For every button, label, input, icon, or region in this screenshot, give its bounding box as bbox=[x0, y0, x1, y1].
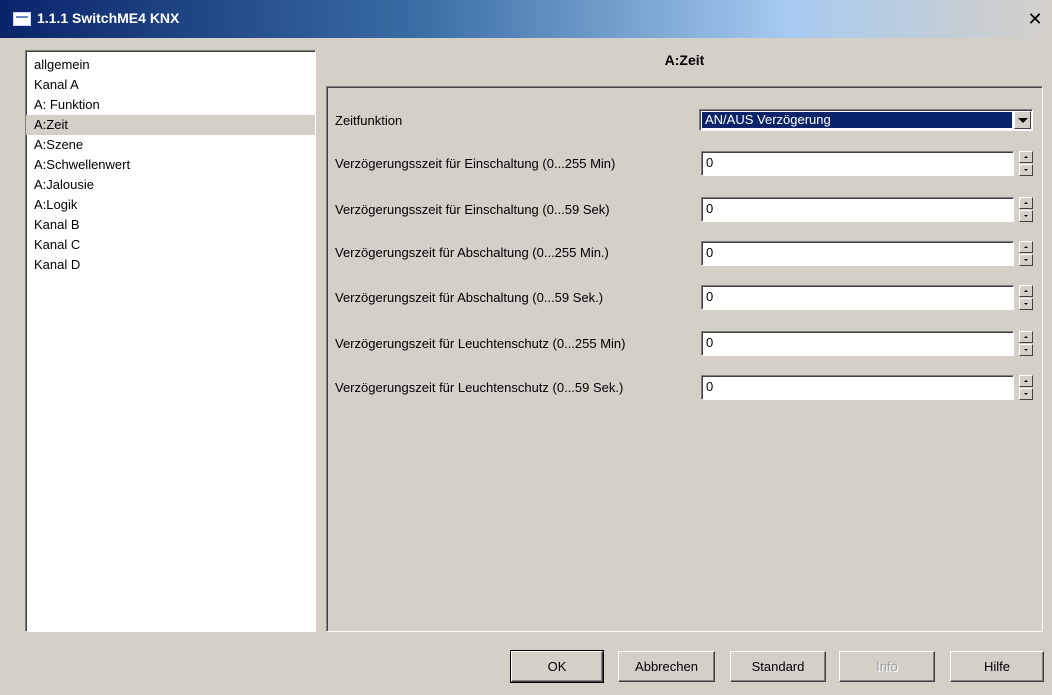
ok-button[interactable]: OK bbox=[510, 650, 604, 683]
abschaltung-min-input[interactable]: 0 bbox=[701, 241, 1014, 266]
spin-buttons bbox=[1019, 331, 1033, 356]
window-title: 1.1.1 SwitchME4 KNX bbox=[37, 10, 180, 26]
field-label: Verzögerungsszeit für Einschaltung (0...… bbox=[335, 202, 610, 217]
spin-buttons bbox=[1019, 197, 1033, 222]
nav-item-a-jalousie[interactable]: A:Jalousie bbox=[26, 175, 315, 195]
spin-buttons bbox=[1019, 241, 1033, 266]
spin-down-icon[interactable] bbox=[1019, 344, 1033, 356]
nav-item-a-szene[interactable]: A:Szene bbox=[26, 135, 315, 155]
spin-up-icon[interactable] bbox=[1019, 285, 1033, 297]
field-label: Verzögerungszeit für Leuchtenschutz (0..… bbox=[335, 336, 626, 351]
nav-item-a-zeit[interactable]: A:Zeit bbox=[26, 115, 315, 135]
spin-down-icon[interactable] bbox=[1019, 298, 1033, 310]
field-label: Verzögerungszeit für Abschaltung (0...25… bbox=[335, 245, 609, 260]
spin-up-icon[interactable] bbox=[1019, 375, 1033, 387]
zeitfunktion-selected-value: AN/AUS Verzögerung bbox=[702, 112, 1012, 128]
help-button[interactable]: Hilfe bbox=[950, 651, 1044, 682]
cancel-button[interactable]: Abbrechen bbox=[618, 651, 715, 682]
info-button[interactable]: Info bbox=[839, 651, 935, 682]
field-label: Verzögerungsszeit für Einschaltung (0...… bbox=[335, 156, 616, 171]
nav-item-kanal-d[interactable]: Kanal D bbox=[26, 255, 315, 275]
spin-up-icon[interactable] bbox=[1019, 241, 1033, 253]
parameter-page-list: allgemein Kanal A A: Funktion A:Zeit A:S… bbox=[25, 50, 316, 632]
spin-up-icon[interactable] bbox=[1019, 331, 1033, 343]
close-button[interactable]: ✕ bbox=[1024, 8, 1046, 30]
spin-down-icon[interactable] bbox=[1019, 388, 1033, 400]
nav-item-kanal-a[interactable]: Kanal A bbox=[26, 75, 315, 95]
nav-item-allgemein[interactable]: allgemein bbox=[26, 55, 315, 75]
leuchtenschutz-min-input[interactable]: 0 bbox=[701, 331, 1014, 356]
spin-up-icon[interactable] bbox=[1019, 197, 1033, 209]
leuchtenschutz-sek-input[interactable]: 0 bbox=[701, 375, 1014, 400]
spin-buttons bbox=[1019, 375, 1033, 400]
abschaltung-sek-input[interactable]: 0 bbox=[701, 285, 1014, 310]
field-label: Verzögerungszeit für Leuchtenschutz (0..… bbox=[335, 380, 624, 395]
spin-down-icon[interactable] bbox=[1019, 210, 1033, 222]
app-icon bbox=[13, 12, 31, 26]
nav-item-a-logik[interactable]: A:Logik bbox=[26, 195, 315, 215]
spin-buttons bbox=[1019, 285, 1033, 310]
einschaltung-min-input[interactable]: 0 bbox=[701, 151, 1014, 176]
chevron-down-icon[interactable] bbox=[1014, 111, 1031, 129]
spin-down-icon[interactable] bbox=[1019, 164, 1033, 176]
nav-item-a-schwellenwert[interactable]: A:Schwellenwert bbox=[26, 155, 315, 175]
spin-buttons bbox=[1019, 151, 1033, 176]
standard-button[interactable]: Standard bbox=[730, 651, 826, 682]
nav-item-a-funktion[interactable]: A: Funktion bbox=[26, 95, 315, 115]
title-bar: 1.1.1 SwitchME4 KNX ✕ bbox=[0, 0, 1052, 38]
page-title: A:Zeit bbox=[664, 52, 705, 68]
nav-item-kanal-c[interactable]: Kanal C bbox=[26, 235, 315, 255]
nav-item-kanal-b[interactable]: Kanal B bbox=[26, 215, 315, 235]
zeitfunktion-select[interactable]: AN/AUS Verzögerung bbox=[699, 109, 1033, 131]
field-label: Verzögerungszeit für Abschaltung (0...59… bbox=[335, 290, 604, 305]
spin-down-icon[interactable] bbox=[1019, 254, 1033, 266]
einschaltung-sek-input[interactable]: 0 bbox=[701, 197, 1014, 222]
spin-up-icon[interactable] bbox=[1019, 151, 1033, 163]
zeitfunktion-label: Zeitfunktion bbox=[335, 113, 403, 128]
